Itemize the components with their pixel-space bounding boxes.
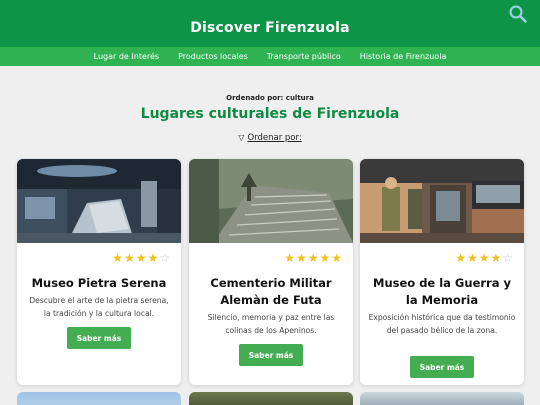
sort-toggle[interactable]: ▽ Ordenar por: <box>0 133 540 143</box>
card-title: Cementerio Militar Alemàn de Futa <box>210 276 332 307</box>
nav-item-historia[interactable]: Historia de Firenzuola <box>360 52 447 61</box>
saber-mas-button[interactable]: Saber más <box>67 327 131 349</box>
nav-item-transporte-publico[interactable]: Transporte público <box>267 52 341 61</box>
search-icon[interactable] <box>508 4 528 24</box>
card-image-peek <box>189 392 353 405</box>
card-image-museo-de-la-guerra <box>360 159 524 243</box>
card-title: Museo de la Guerra y la Memoria <box>373 276 511 307</box>
nav-item-lugar-de-interes[interactable]: Lugar de Interés <box>94 52 159 61</box>
place-card: ★★★★★ Cementerio Militar Alemàn de Futa … <box>189 159 353 385</box>
nav-item-productos-locales[interactable]: Productos locales <box>178 52 248 61</box>
sort-status: Ordenado por: cultura <box>226 94 314 102</box>
card-title: Museo Pietra Serena <box>31 276 167 290</box>
card-image-peek <box>360 392 524 405</box>
app-header: Discover Firenzuola <box>0 0 540 47</box>
saber-mas-button[interactable]: Saber más <box>410 356 474 378</box>
card-description: Silencio, memoria y paz entre las colina… <box>207 313 335 335</box>
card-description: Descubre el arte de la pietra serena, la… <box>29 296 169 318</box>
sort-toggle-label[interactable]: Ordenar por: <box>247 133 301 143</box>
card-image-cementerio-militar <box>189 159 353 243</box>
card-image-museo-pietra-serena <box>17 159 181 243</box>
page-title: Lugares culturales de Firenzuola <box>140 106 400 122</box>
triangle-down-icon: ▽ <box>238 133 245 142</box>
rating-stars: ★★★★☆ <box>112 251 171 265</box>
place-card: ★★★★☆ Museo Pietra Serena Descubre el ar… <box>17 159 181 385</box>
saber-mas-button[interactable]: Saber más <box>239 344 303 366</box>
place-card: ★★★★☆ Museo de la Guerra y la Memoria Ex… <box>360 159 524 385</box>
card-description: Exposición histórica que da testimonio d… <box>368 313 516 335</box>
rating-stars: ★★★★☆ <box>455 251 514 265</box>
rating-stars: ★★★★★ <box>284 251 343 265</box>
main-nav: Lugar de Interés Productos locales Trans… <box>0 47 540 66</box>
card-image-peek <box>17 392 181 405</box>
app-title: Discover Firenzuola <box>190 20 350 36</box>
